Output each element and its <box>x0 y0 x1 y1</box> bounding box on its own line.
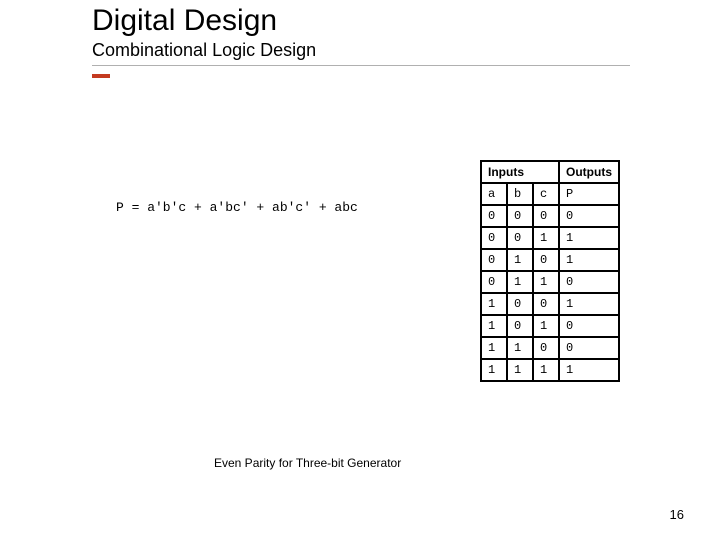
cell-b: 0 <box>507 205 533 227</box>
table-row: 1 0 1 0 <box>481 315 619 337</box>
col-header-b: b <box>507 183 533 205</box>
cell-p: 1 <box>559 249 619 271</box>
title-block: Digital Design Combinational Logic Desig… <box>92 4 630 66</box>
table-row: 0 1 1 0 <box>481 271 619 293</box>
cell-b: 1 <box>507 271 533 293</box>
cell-b: 0 <box>507 227 533 249</box>
cell-p: 1 <box>559 293 619 315</box>
outputs-header: Outputs <box>559 161 619 183</box>
cell-b: 1 <box>507 359 533 381</box>
page-number: 16 <box>670 507 684 522</box>
cell-b: 0 <box>507 315 533 337</box>
cell-c: 0 <box>533 205 559 227</box>
cell-b: 1 <box>507 249 533 271</box>
cell-a: 0 <box>481 249 507 271</box>
col-header-a: a <box>481 183 507 205</box>
col-header-c: c <box>533 183 559 205</box>
cell-c: 1 <box>533 359 559 381</box>
cell-c: 1 <box>533 315 559 337</box>
cell-p: 0 <box>559 315 619 337</box>
page-subtitle: Combinational Logic Design <box>92 40 630 61</box>
table-row: 1 1 0 0 <box>481 337 619 359</box>
cell-a: 1 <box>481 293 507 315</box>
cell-b: 0 <box>507 293 533 315</box>
cell-c: 0 <box>533 293 559 315</box>
table-header-row-groups: Inputs Outputs <box>481 161 619 183</box>
table-row: 1 0 0 1 <box>481 293 619 315</box>
table-header-row-cols: a b c P <box>481 183 619 205</box>
table-row: 0 0 1 1 <box>481 227 619 249</box>
cell-a: 1 <box>481 337 507 359</box>
truth-table: Inputs Outputs a b c P 0 0 0 0 0 0 1 1 0… <box>480 160 620 382</box>
cell-p: 0 <box>559 337 619 359</box>
cell-p: 0 <box>559 205 619 227</box>
cell-c: 1 <box>533 271 559 293</box>
col-header-p: P <box>559 183 619 205</box>
cell-a: 1 <box>481 315 507 337</box>
page-title: Digital Design <box>92 4 630 38</box>
cell-c: 1 <box>533 227 559 249</box>
parity-equation: P = a'b'c + a'bc' + ab'c' + abc <box>116 200 358 215</box>
cell-b: 1 <box>507 337 533 359</box>
cell-a: 1 <box>481 359 507 381</box>
cell-a: 0 <box>481 227 507 249</box>
inputs-header: Inputs <box>481 161 559 183</box>
cell-a: 0 <box>481 271 507 293</box>
title-accent-bar <box>92 74 110 78</box>
cell-c: 0 <box>533 249 559 271</box>
cell-a: 0 <box>481 205 507 227</box>
table-row: 0 0 0 0 <box>481 205 619 227</box>
title-divider <box>92 65 630 66</box>
figure-caption: Even Parity for Three-bit Generator <box>214 456 401 470</box>
cell-p: 0 <box>559 271 619 293</box>
cell-c: 0 <box>533 337 559 359</box>
cell-p: 1 <box>559 227 619 249</box>
cell-p: 1 <box>559 359 619 381</box>
table-row: 1 1 1 1 <box>481 359 619 381</box>
table-row: 0 1 0 1 <box>481 249 619 271</box>
